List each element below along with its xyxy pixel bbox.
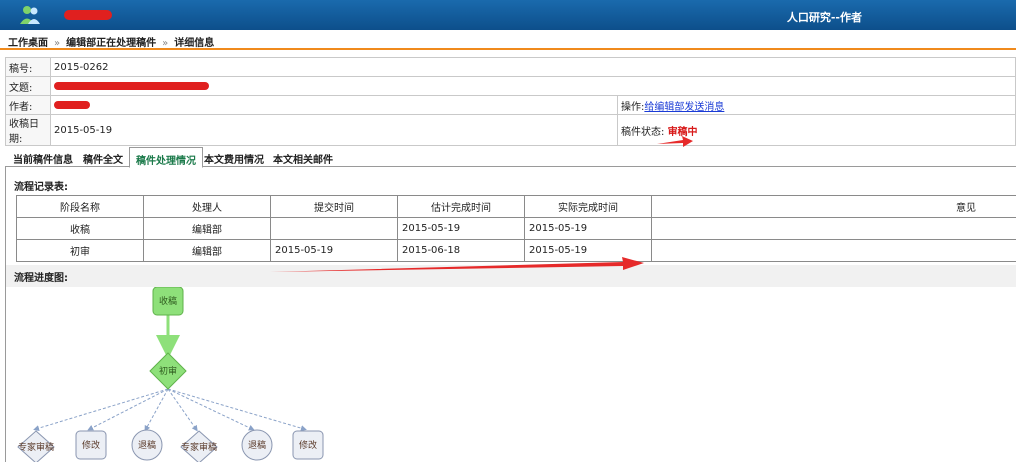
author-label: 作者: (5, 95, 51, 115)
cell-handler: 编辑部 (143, 239, 271, 262)
tab-bar: 当前稿件信息 稿件全文 稿件处理情况 本文费用情况 本文相关邮件 (5, 145, 1016, 168)
col-submit-time: 提交时间 (270, 195, 398, 218)
action-label: 操作: (621, 101, 645, 113)
tab-fees[interactable]: 本文费用情况 (198, 149, 270, 167)
cell-estimated-time: 2015-05-19 (397, 217, 525, 240)
tab-current-info[interactable]: 当前稿件信息 (7, 149, 79, 167)
cell-opinion (651, 217, 1016, 240)
flow-record-title: 流程记录表: (14, 182, 68, 193)
app-title: 人口研究--作者 (786, 11, 862, 24)
send-message-link[interactable]: 给编辑部发送消息 (644, 102, 724, 113)
flow-progress-diagram: 收稿 初审 专家审稿 修改 退稿 专家审稿 退稿 修改 (17, 287, 324, 462)
node-reject[interactable]: 退稿 (241, 429, 273, 461)
processing-panel: 流程记录表: 阶段名称 处理人 提交时间 估计完成时间 实际完成时间 意见 收稿… (5, 167, 1016, 462)
flow-diagram-title: 流程进度图: (14, 273, 68, 284)
flow-record-table: 阶段名称 处理人 提交时间 估计完成时间 实际完成时间 意见 收稿 编辑部 20… (16, 195, 1016, 262)
cell-actual-time: 2015-05-19 (524, 217, 652, 240)
breadcrumb-item-processing[interactable]: 编辑部正在处理稿件 (66, 38, 156, 49)
cell-stage: 初审 (16, 239, 144, 262)
redacted-username (64, 10, 112, 20)
node-reject[interactable]: 退稿 (131, 429, 163, 461)
table-header-row: 阶段名称 处理人 提交时间 估计完成时间 实际完成时间 意见 (16, 195, 1016, 218)
svg-text:专家审稿: 专家审稿 (18, 441, 54, 453)
node-revise[interactable]: 修改 (75, 430, 107, 460)
tab-full-text[interactable]: 稿件全文 (77, 149, 129, 167)
cell-opinion (651, 239, 1016, 262)
node-initial-review[interactable]: 初审 (149, 352, 187, 390)
col-estimated-time: 估计完成时间 (397, 195, 525, 218)
col-opinion: 意见 (651, 195, 1016, 218)
table-row: 收稿 编辑部 2015-05-19 2015-05-19 (16, 217, 1016, 240)
cell-stage: 收稿 (16, 217, 144, 240)
col-stage: 阶段名称 (16, 195, 144, 218)
svg-text:退稿: 退稿 (138, 439, 156, 451)
node-revise[interactable]: 修改 (292, 430, 324, 460)
cell-submit-time (270, 217, 398, 240)
redacted-author (54, 100, 90, 109)
tab-processing-status[interactable]: 稿件处理情况 (129, 147, 203, 168)
users-icon (20, 6, 40, 24)
node-expert-review[interactable]: 专家审稿 (180, 430, 218, 462)
col-handler: 处理人 (143, 195, 271, 218)
date-value: 2015-05-19 (50, 114, 618, 146)
breadcrumb: 工作桌面 » 编辑部正在处理稿件 » 详细信息 (0, 30, 1016, 50)
title-value (50, 76, 1016, 96)
node-received[interactable]: 收稿 (152, 287, 184, 316)
svg-text:收稿: 收稿 (159, 295, 177, 307)
svg-text:修改: 修改 (82, 439, 100, 451)
breadcrumb-item-detail: 详细信息 (174, 38, 215, 49)
breadcrumb-separator: » (54, 38, 61, 49)
breadcrumb-separator: » (162, 38, 169, 49)
svg-text:修改: 修改 (299, 439, 317, 451)
cell-handler: 编辑部 (143, 217, 271, 240)
svg-text:初审: 初审 (159, 365, 177, 377)
node-expert-review[interactable]: 专家审稿 (17, 430, 55, 462)
col-actual-time: 实际完成时间 (524, 195, 652, 218)
top-header-bar: 人口研究--作者 (0, 0, 1016, 30)
redacted-title (54, 81, 209, 90)
id-value: 2015-0262 (50, 57, 1016, 77)
date-label: 收稿日期: (5, 114, 51, 146)
manuscript-info-table: 稿号: 2015-0262 文题: 作者: 操作:给编辑部发送消息 收稿日期: … (5, 57, 1016, 146)
action-cell: 操作:给编辑部发送消息 (617, 95, 1016, 115)
title-label: 文题: (5, 76, 51, 96)
author-value (50, 95, 618, 115)
svg-text:专家审稿: 专家审稿 (181, 441, 217, 453)
breadcrumb-item-workdesk[interactable]: 工作桌面 (8, 38, 48, 49)
svg-text:退稿: 退稿 (248, 439, 266, 451)
id-label: 稿号: (5, 57, 51, 77)
tab-related-mail[interactable]: 本文相关邮件 (267, 149, 339, 167)
red-annotation-arrow (270, 257, 644, 272)
